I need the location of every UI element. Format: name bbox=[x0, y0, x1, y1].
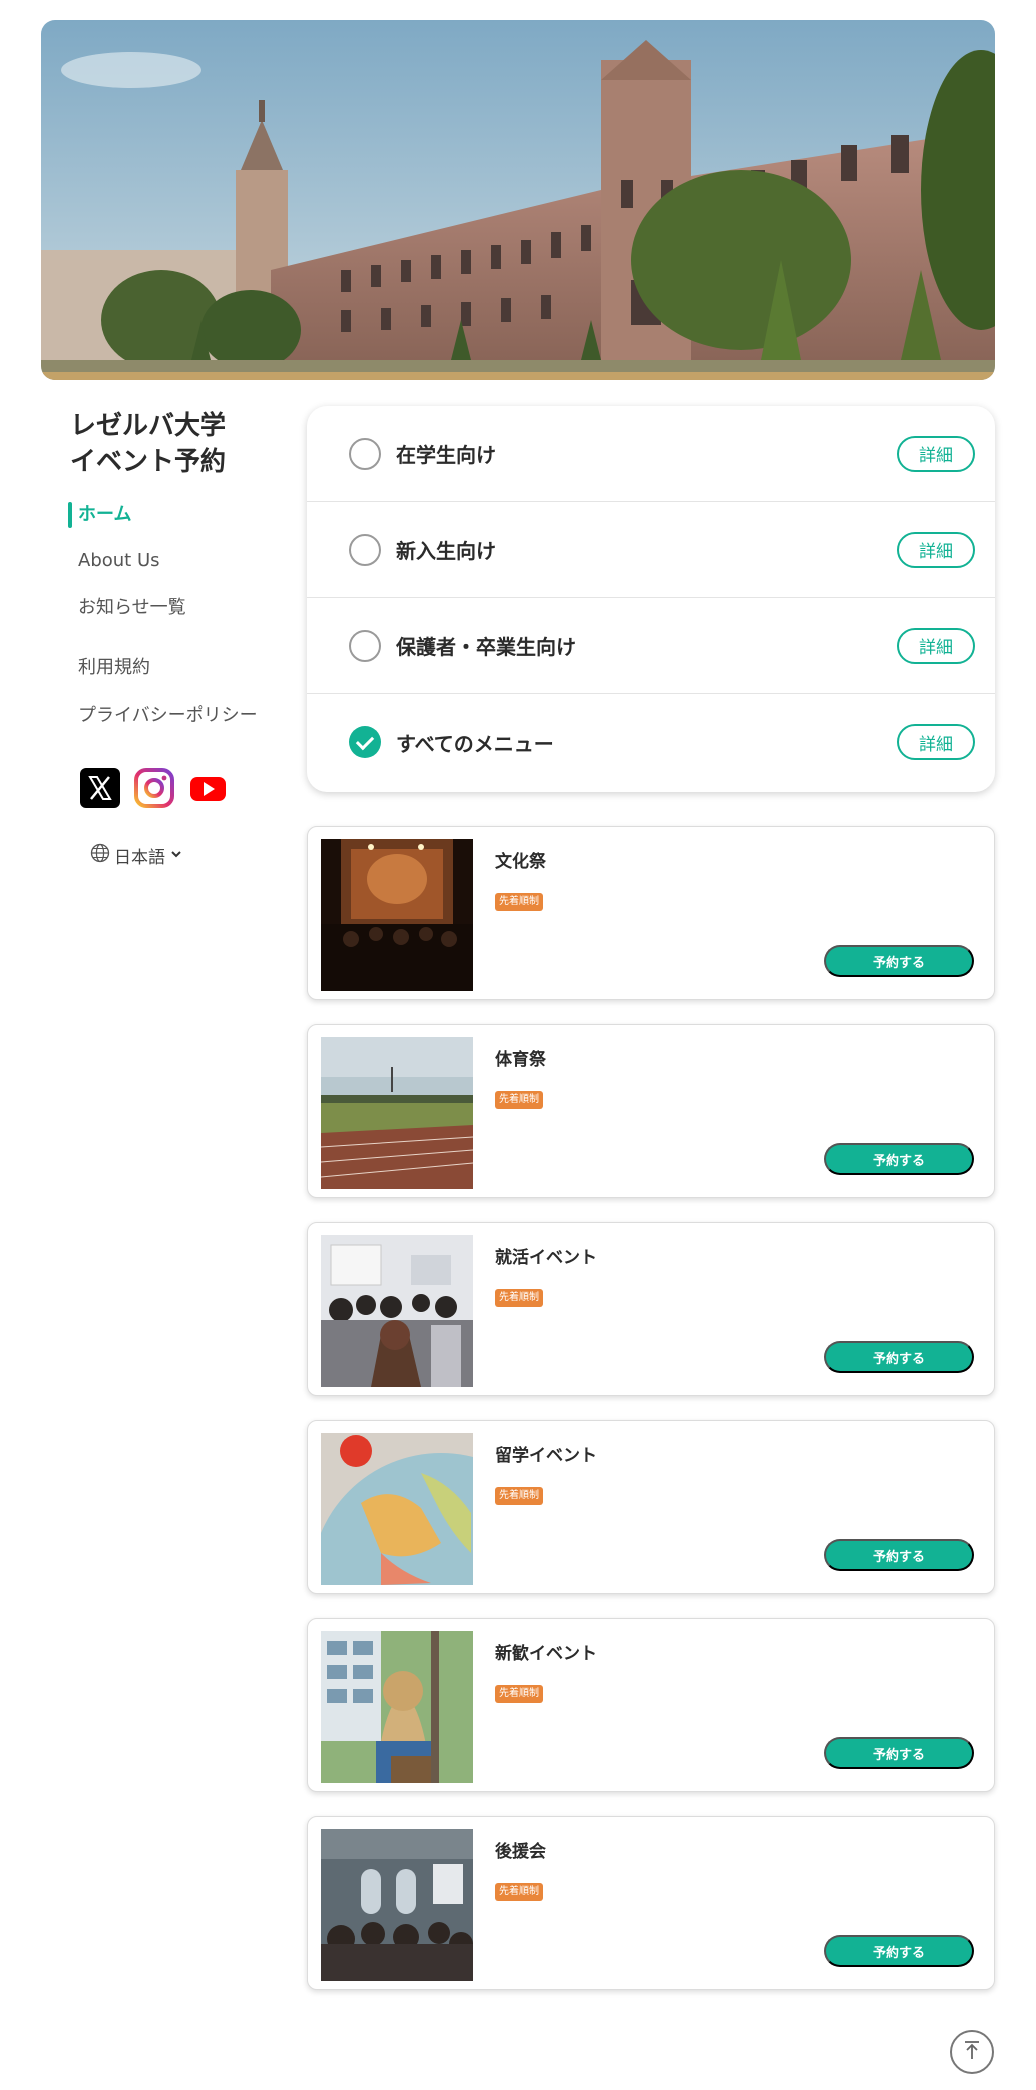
site-title[interactable]: レゼルバ大学 イベント予約 bbox=[70, 408, 300, 480]
event-badge: 先着順制 bbox=[495, 1685, 543, 1703]
arrow-up-icon bbox=[960, 2038, 984, 2066]
event-card: 就活イベント 先着順制 予約する bbox=[307, 1222, 995, 1396]
sidebar-nav: ホーム About Us お知らせ一覧 利用規約 プライバシーポリシー bbox=[68, 502, 300, 727]
event-card: 体育祭 先着順制 予約する bbox=[307, 1024, 995, 1198]
menu-row[interactable]: 保護者・卒業生向け 詳細 bbox=[307, 598, 995, 694]
event-thumbnail bbox=[321, 1235, 473, 1387]
language-label: 日本語 bbox=[114, 848, 165, 868]
language-selector[interactable]: 日本語 bbox=[90, 843, 300, 868]
detail-button[interactable]: 詳細 bbox=[897, 627, 975, 664]
nav-news-link[interactable]: お知らせ一覧 bbox=[70, 593, 300, 619]
reserve-button[interactable]: 予約する bbox=[824, 1143, 974, 1175]
radio-button[interactable] bbox=[349, 533, 381, 566]
event-badge: 先着順制 bbox=[495, 1091, 543, 1109]
event-title: 留学イベント bbox=[495, 1446, 597, 1466]
event-badge: 先着順制 bbox=[495, 893, 543, 911]
menu-label: 新入生向け bbox=[396, 539, 496, 563]
radio-button[interactable] bbox=[349, 437, 381, 470]
social-links bbox=[80, 767, 300, 809]
event-thumbnail bbox=[321, 1037, 473, 1189]
event-thumbnail bbox=[321, 839, 473, 991]
radio-button[interactable] bbox=[349, 629, 381, 662]
back-to-top-button[interactable] bbox=[950, 2030, 994, 2074]
globe-icon bbox=[90, 843, 110, 868]
reserve-button[interactable]: 予約する bbox=[824, 945, 974, 977]
event-badge: 先着順制 bbox=[495, 1883, 543, 1901]
event-card: 後援会 先着順制 予約する bbox=[307, 1816, 995, 1990]
radio-button-checked[interactable] bbox=[349, 726, 381, 758]
x-icon[interactable] bbox=[80, 767, 120, 809]
menu-label: 在学生向け bbox=[396, 443, 496, 467]
event-card: 新歓イベント 先着順制 予約する bbox=[307, 1618, 995, 1792]
event-list: 文化祭 先着順制 予約する 体育祭 先着順制 予約する 就活イベント 先着順制 … bbox=[307, 826, 995, 2014]
youtube-icon[interactable] bbox=[188, 767, 228, 809]
nav-privacy-link[interactable]: プライバシーポリシー bbox=[70, 701, 300, 727]
detail-button[interactable]: 詳細 bbox=[897, 435, 975, 472]
menu-row[interactable]: 在学生向け 詳細 bbox=[307, 406, 995, 502]
event-badge: 先着順制 bbox=[495, 1487, 543, 1505]
nav-about-link[interactable]: About Us bbox=[70, 550, 300, 571]
event-title: 体育祭 bbox=[495, 1050, 546, 1070]
menu-row[interactable]: 新入生向け 詳細 bbox=[307, 502, 995, 598]
event-card: 留学イベント 先着順制 予約する bbox=[307, 1420, 995, 1594]
menu-row[interactable]: すべてのメニュー 詳細 bbox=[307, 694, 995, 790]
nav-home-link[interactable]: ホーム bbox=[68, 502, 300, 528]
menu-filter-card: 在学生向け 詳細 新入生向け 詳細 保護者・卒業生向け 詳細 すべてのメニュー … bbox=[307, 406, 995, 792]
event-title: 就活イベント bbox=[495, 1248, 597, 1268]
hero-image bbox=[41, 20, 995, 380]
event-card: 文化祭 先着順制 予約する bbox=[307, 826, 995, 1000]
event-thumbnail bbox=[321, 1829, 473, 1981]
reserve-button[interactable]: 予約する bbox=[824, 1341, 974, 1373]
event-thumbnail bbox=[321, 1631, 473, 1783]
instagram-icon[interactable] bbox=[134, 767, 174, 809]
reserve-button[interactable]: 予約する bbox=[824, 1935, 974, 1967]
event-title: 後援会 bbox=[495, 1842, 546, 1862]
sidebar: レゼルバ大学 イベント予約 ホーム About Us お知らせ一覧 利用規約 プ… bbox=[68, 408, 300, 868]
nav-terms-link[interactable]: 利用規約 bbox=[70, 653, 300, 679]
event-title: 新歓イベント bbox=[495, 1644, 597, 1664]
menu-label: 保護者・卒業生向け bbox=[396, 635, 576, 659]
event-badge: 先着順制 bbox=[495, 1289, 543, 1307]
reserve-button[interactable]: 予約する bbox=[824, 1737, 974, 1769]
menu-label: すべてのメニュー bbox=[396, 731, 554, 756]
event-thumbnail bbox=[321, 1433, 473, 1585]
detail-button[interactable]: 詳細 bbox=[897, 531, 975, 568]
chevron-down-icon bbox=[169, 846, 183, 866]
detail-button[interactable]: 詳細 bbox=[897, 724, 975, 760]
event-title: 文化祭 bbox=[495, 852, 546, 872]
reserve-button[interactable]: 予約する bbox=[824, 1539, 974, 1571]
